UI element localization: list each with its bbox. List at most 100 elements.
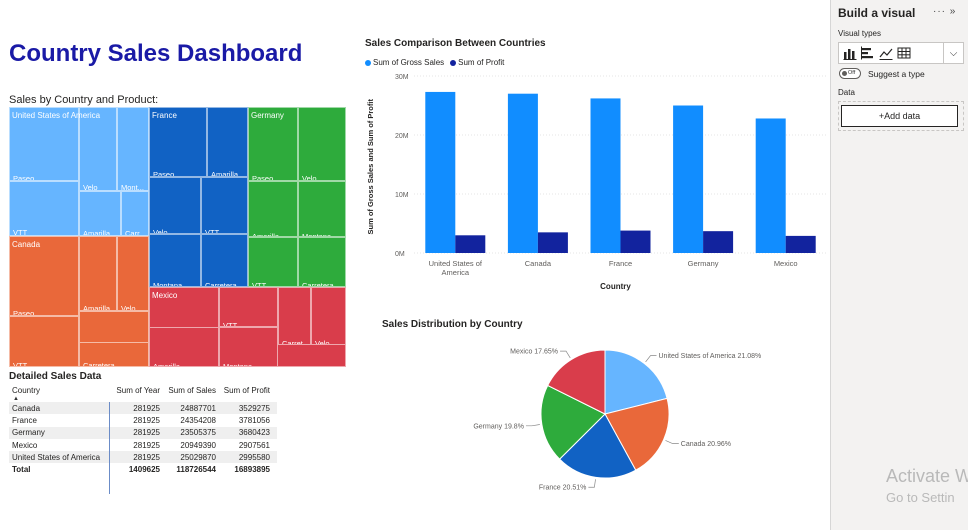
cell-profit: 3781056 [238, 415, 270, 425]
treemap-country-label: France [152, 111, 177, 120]
cell-profit: 2995580 [238, 452, 270, 462]
table-row[interactable]: Mexico 281925 20949390 2907561 [9, 439, 277, 451]
bar-gross-sales[interactable] [755, 118, 786, 253]
visualizations-pane: Build a visual ··· » Visual types ⌵ Off … [830, 0, 968, 530]
add-data-button[interactable]: +Add data [841, 105, 958, 127]
bar-chart-visual[interactable]: 0M 10M 20M 30M Sum of Gross Sales and Sum of… [362, 52, 830, 297]
header-country[interactable]: Country [9, 386, 110, 395]
bar-gross-sales[interactable] [673, 105, 704, 254]
suggest-type-toggle[interactable]: Off [839, 68, 861, 79]
column-divider [109, 402, 110, 494]
treemap-product-cell[interactable]: Carretera [298, 237, 346, 287]
treemap-product-label: Paseo [153, 170, 175, 177]
treemap-product-cell[interactable]: Amarilla [207, 107, 248, 177]
cell-profit: 3680423 [238, 428, 270, 438]
treemap-product-cell[interactable]: Amarilla [248, 181, 298, 237]
cell-profit: 2907561 [238, 440, 270, 450]
table-row[interactable]: United States of America 281925 25029870 29… [9, 451, 277, 464]
clustered-bar-chart-icon[interactable] [861, 46, 875, 60]
treemap-product-cell[interactable]: Carret... [278, 287, 311, 345]
treemap-product-cell[interactable]: Velo [311, 287, 346, 345]
bar-profit[interactable] [620, 230, 651, 253]
treemap-product-cell[interactable]: Amarilla [79, 236, 117, 311]
pie-chart-visual[interactable]: United States of America 21.08% Canada 20… [440, 334, 830, 500]
x-tick-label: America [442, 268, 470, 277]
treemap-product-cell[interactable]: Montana [149, 234, 201, 287]
treemap-product-cell[interactable]: Carr... [121, 191, 149, 236]
pie-leader-line [665, 440, 679, 444]
total-sales: 118726544 [176, 465, 216, 475]
treemap-product-cell[interactable]: VTT [9, 316, 79, 367]
activate-windows-watermark: Activate W [886, 466, 968, 486]
x-tick-label: Mexico [774, 259, 798, 268]
treemap-product-cell[interactable]: Carretera [79, 342, 149, 367]
line-chart-icon[interactable] [879, 46, 893, 60]
treemap-title: Sales by Country and Product: [9, 94, 159, 106]
cell-sales: 23505375 [180, 428, 216, 438]
x-tick-label: Germany [688, 259, 719, 268]
treemap-product-label: VTT [13, 228, 28, 236]
visual-types-row: ⌵ [838, 42, 964, 64]
sales-table[interactable]: Country Sum of Year Sum of Sales Sum of … [9, 386, 277, 494]
cell-country: Canada [12, 403, 41, 413]
data-label: Data [838, 88, 855, 97]
pane-more-collapse-icon[interactable]: ··· » [933, 6, 956, 17]
treemap-product-cell[interactable]: VTT [248, 237, 298, 287]
chevron-down-icon[interactable]: ⌵ [943, 43, 963, 63]
bar-profit[interactable] [455, 235, 486, 253]
report-canvas: Country Sales Dashboard Sales by Country… [0, 0, 830, 530]
x-tick-label: France [609, 259, 632, 268]
cell-year: 281925 [133, 440, 160, 450]
treemap-product-cell[interactable]: Velo [298, 107, 346, 181]
bar-gross-sales[interactable] [507, 93, 538, 253]
cell-year: 281925 [133, 452, 160, 462]
cell-year: 281925 [133, 428, 160, 438]
treemap-product-cell[interactable]: Carretera [201, 234, 248, 287]
treemap-product-label: Carretera [83, 361, 115, 367]
y-tick-label: 0M [395, 251, 405, 258]
bar-gross-sales[interactable] [590, 98, 621, 253]
treemap-product-cell[interactable]: Velo [149, 177, 201, 234]
table-icon[interactable] [897, 46, 911, 60]
stacked-column-chart-icon[interactable] [843, 46, 857, 60]
x-tick-label: Canada [525, 259, 552, 268]
toggle-knob [842, 71, 847, 76]
treemap-visual[interactable]: Paseo Velo Mont... VTT Amarilla Carr... United… [9, 107, 346, 367]
y-axis-title: Sum of Gross Sales and Sum of Profit [366, 99, 375, 235]
treemap-product-label: Amarilla [83, 229, 111, 236]
treemap-product-cell[interactable]: VTT [219, 287, 278, 327]
treemap-product-label: Velo [83, 183, 98, 191]
table-row[interactable]: Germany 281925 23505375 3680423 [9, 426, 277, 439]
pie-data-label: France 20.51% [539, 485, 586, 492]
treemap-product-label: Carr... [125, 229, 146, 236]
table-header-row: Country Sum of Year Sum of Sales Sum of … [9, 386, 277, 402]
bar-profit[interactable] [785, 235, 816, 253]
table-total-row: Total 1409625 118726544 16893895 [9, 463, 277, 475]
treemap-product-cell[interactable]: Montana [219, 327, 278, 367]
table-row[interactable]: France 281925 24354208 3781056 [9, 414, 277, 426]
treemap-product-cell[interactable]: Amarilla [79, 191, 121, 236]
treemap-product-cell[interactable]: Velo [117, 236, 149, 311]
visual-types-label: Visual types [838, 29, 881, 38]
treemap-product-cell[interactable]: Montana [298, 181, 346, 237]
treemap-product-cell[interactable]: VTT [9, 181, 79, 236]
treemap-product-cell[interactable]: Mont... [117, 107, 149, 191]
pie-leader-line [588, 479, 596, 488]
table-row[interactable]: Canada 281925 24887701 3529275 [9, 402, 277, 415]
header-year[interactable]: Sum of Year [110, 386, 160, 395]
cell-country: United States of America [12, 452, 101, 462]
treemap-product-label: Paseo [13, 174, 35, 181]
treemap-product-label: Velo [302, 174, 317, 181]
treemap-product-cell[interactable]: VTT [201, 177, 248, 234]
bar-profit[interactable] [537, 232, 568, 253]
treemap-product-cell[interactable]: Amarilla [149, 327, 219, 367]
bar-gross-sales[interactable] [425, 91, 456, 254]
sort-ascending-icon[interactable]: ▲ [13, 396, 19, 402]
header-profit[interactable]: Sum of Profit [216, 386, 272, 395]
treemap-product-label: VTT [13, 361, 28, 367]
pie-data-label: United States of America 21.08% [659, 353, 762, 360]
bar-profit[interactable] [703, 231, 734, 253]
header-sales[interactable]: Sum of Sales [160, 386, 216, 395]
cell-country: Mexico [12, 440, 38, 450]
cell-sales: 24354208 [180, 415, 216, 425]
